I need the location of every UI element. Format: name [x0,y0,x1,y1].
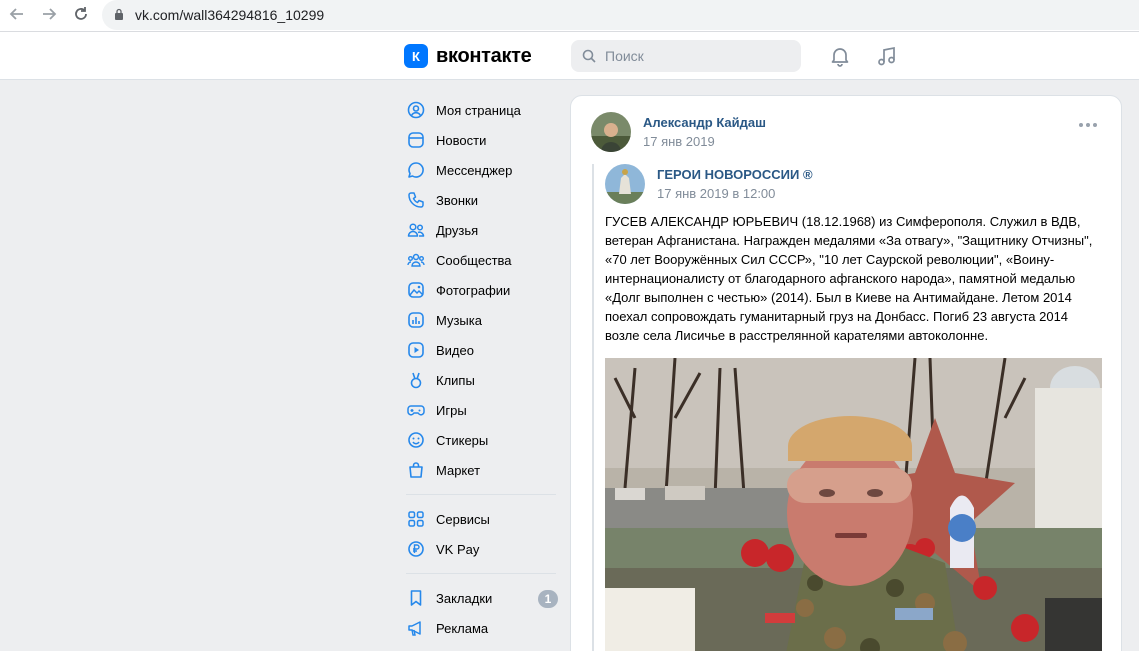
sidebar-item-label: Маркет [436,462,481,478]
friends-icon [406,220,426,240]
sidebar-item-label: VK Pay [436,541,480,557]
megaphone-icon [406,618,426,638]
music-icon [406,310,426,330]
video-icon [406,340,426,360]
back-arrow-icon[interactable] [6,5,28,27]
news-icon [406,130,426,150]
sidebar-item-services[interactable]: Сервисы [400,504,565,534]
vk-logo-text: вконтакте [436,44,532,67]
author-avatar[interactable] [591,112,631,152]
search-input[interactable]: Поиск [571,40,801,72]
sidebar-item-music[interactable]: Музыка [400,305,565,335]
sidebar-item-calls[interactable]: Звонки [400,185,565,215]
sidebar-item-ads[interactable]: Реклама [400,613,565,643]
sidebar-item-friends[interactable]: Друзья [400,215,565,245]
sidebar-item-label: Друзья [436,222,479,238]
post-author-name[interactable]: Александр Кайдаш [643,115,766,130]
sidebar-item-label: Клипы [436,372,475,388]
vkpay-icon [406,539,426,559]
more-options-icon[interactable] [1079,123,1097,127]
sidebar-item-video[interactable]: Видео [400,335,565,365]
sidebar-item-label: Музыка [436,312,482,328]
lock-icon [115,8,123,20]
user-circle-icon [406,100,426,120]
sidebar-item-label: Звонки [436,192,478,208]
sidebar-item-label: Сообщества [436,252,512,268]
sidebar-item-stickers[interactable]: Стикеры [400,425,565,455]
search-icon [582,49,596,63]
post-photo[interactable] [605,358,1102,651]
search-placeholder: Поиск [605,48,644,64]
sidebar-item-label: Видео [436,342,474,358]
stickers-icon [406,430,426,450]
sidebar-item-label: Стикеры [436,432,489,448]
sidebar-item-label: Мессенджер [436,162,513,178]
repost-source-name[interactable]: ГЕРОИ НОВОРОССИИ ® [657,167,813,182]
sidebar-item-label: Моя страница [436,102,521,118]
services-icon [406,509,426,529]
forward-arrow-icon[interactable] [38,5,60,27]
source-avatar[interactable] [605,164,645,204]
bookmark-icon [406,588,426,608]
wall-post: Александр Кайдаш 17 янв 2019 ГЕРОИ НОВОР… [570,95,1122,651]
repost-date[interactable]: 17 янв 2019 в 12:00 [657,186,775,201]
sidebar-item-market[interactable]: Маркет [400,455,565,485]
address-bar[interactable]: vk.com/wall364294816_10299 [102,0,1139,30]
sidebar-divider [406,494,556,495]
sidebar-item-vkpay[interactable]: VK Pay [400,534,565,564]
message-icon [406,160,426,180]
sidebar-item-label: Фотографии [436,282,511,298]
market-icon [406,460,426,480]
sidebar-item-label: Сервисы [436,511,490,527]
photos-icon [406,280,426,300]
sidebar-item-bookmarks[interactable]: Закладки 1 [400,583,565,613]
sidebar-item-communities[interactable]: Сообщества [400,245,565,275]
browser-toolbar: vk.com/wall364294816_10299 [0,0,1139,32]
sidebar-item-games[interactable]: Игры [400,395,565,425]
sidebar-item-label: Игры [436,402,467,418]
games-icon [406,400,426,420]
phone-icon [406,190,426,210]
communities-icon [406,250,426,270]
repost-divider [592,164,594,651]
sidebar-item-news[interactable]: Новости [400,125,565,155]
vk-logo[interactable]: К вконтакте [404,44,532,68]
reload-icon[interactable] [70,5,92,27]
bookmarks-count-badge: 1 [538,590,558,608]
post-text: ГУСЕВ АЛЕКСАНДР ЮРЬЕВИЧ (18.12.1968) из … [605,214,1093,343]
vk-header: К вконтакте Поиск [0,32,1139,80]
bell-icon[interactable] [828,44,852,68]
sidebar-item-label: Реклама [436,620,489,636]
sidebar-item-my-page[interactable]: Моя страница [400,95,565,125]
sidebar-item-photos[interactable]: Фотографии [400,275,565,305]
sidebar-item-clips[interactable]: Клипы [400,365,565,395]
music-note-icon[interactable] [875,44,899,68]
post-date[interactable]: 17 янв 2019 [643,134,715,149]
sidebar-item-messenger[interactable]: Мессенджер [400,155,565,185]
url-text: vk.com/wall364294816_10299 [135,7,325,23]
clips-icon [406,370,426,390]
left-sidebar: Моя страница Новости Мессенджер Звонки Д… [400,95,565,643]
sidebar-item-label: Новости [436,132,487,148]
sidebar-divider [406,573,556,574]
sidebar-item-label: Закладки [436,590,493,606]
vk-logo-icon: К [404,44,428,68]
